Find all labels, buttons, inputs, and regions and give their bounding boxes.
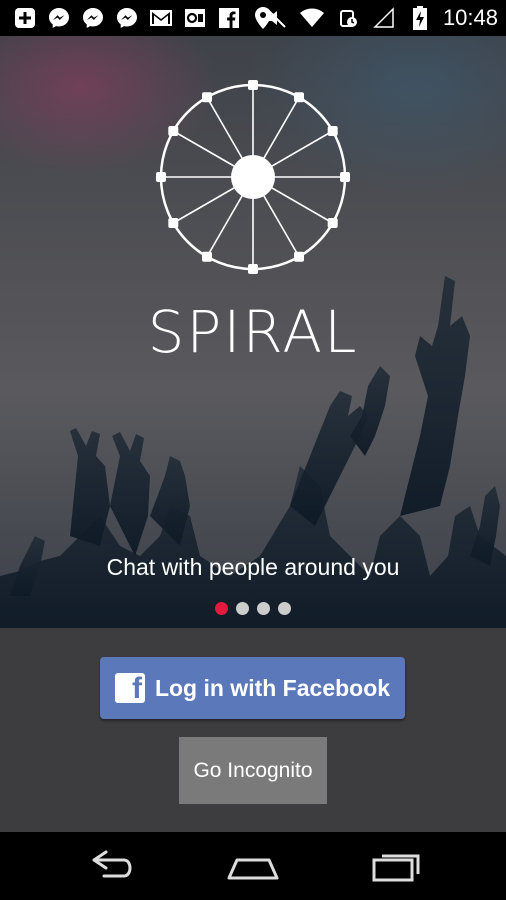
page-indicator bbox=[0, 602, 506, 615]
recent-apps-button[interactable] bbox=[366, 846, 426, 886]
sync-icon bbox=[335, 5, 361, 31]
app-name: SPIRAL bbox=[147, 298, 359, 366]
notification-icons bbox=[12, 5, 276, 31]
system-icons: 10:48 bbox=[263, 5, 498, 31]
onboarding-tagline: Chat with people around you bbox=[106, 554, 400, 580]
home-icon bbox=[227, 858, 279, 880]
messenger-icon bbox=[114, 5, 140, 31]
signal-icon bbox=[371, 5, 397, 31]
battery-charging-icon bbox=[407, 5, 433, 31]
recent-apps-icon bbox=[372, 854, 420, 882]
back-icon bbox=[92, 850, 132, 878]
navigation-bar bbox=[0, 832, 506, 900]
gmail-icon bbox=[148, 5, 174, 31]
status-bar: 10:48 bbox=[0, 0, 506, 36]
page-dot-2[interactable] bbox=[236, 602, 249, 615]
page-dot-1[interactable] bbox=[215, 602, 228, 615]
go-incognito-button[interactable]: Go Incognito bbox=[179, 737, 327, 804]
mute-icon bbox=[263, 5, 289, 31]
facebook-login-label: Log in with Facebook bbox=[154, 674, 391, 701]
back-button[interactable] bbox=[82, 846, 142, 886]
clock: 10:48 bbox=[442, 5, 498, 30]
messenger-icon bbox=[46, 5, 72, 31]
page-dot-3[interactable] bbox=[257, 602, 270, 615]
messenger-icon bbox=[80, 5, 106, 31]
onboarding-hero[interactable]: SPIRAL Chat with people around you bbox=[0, 36, 506, 628]
home-button[interactable] bbox=[223, 846, 283, 886]
wifi-icon bbox=[299, 5, 325, 31]
facebook-login-button[interactable]: f Log in with Facebook bbox=[100, 657, 405, 719]
facebook-icon: f bbox=[114, 672, 145, 705]
outlook-icon bbox=[182, 5, 208, 31]
facebook-icon bbox=[216, 5, 242, 31]
login-panel: f Log in with Facebook Go Incognito bbox=[0, 628, 506, 832]
spiral-wheel-logo bbox=[156, 80, 350, 274]
page-dot-4[interactable] bbox=[278, 602, 291, 615]
add-box-icon bbox=[12, 5, 38, 31]
